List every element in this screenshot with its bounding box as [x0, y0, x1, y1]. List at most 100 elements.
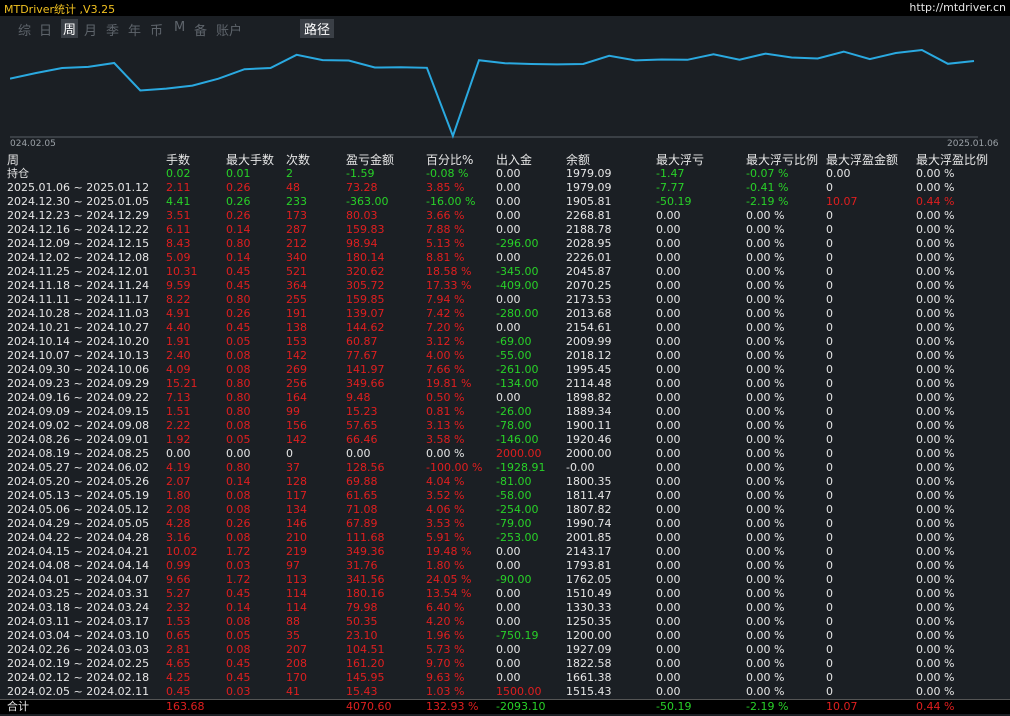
table-row[interactable]: 2024.02.12 ~ 2024.02.18 4.25 0.45 170 145.95…: [0, 671, 1010, 685]
chart-end-date: 2025.01.06: [947, 139, 999, 149]
table-cell: 0: [826, 321, 833, 334]
table-row[interactable]: 2024.10.07 ~ 2024.10.13 2.40 0.08 142 77.67 4…: [0, 349, 1010, 363]
tab-5[interactable]: 年: [128, 20, 141, 39]
table-cell: 0.00: [656, 433, 681, 446]
table-row[interactable]: 2024.12.30 ~ 2025.01.05 4.41 0.26 233 -363.0…: [0, 195, 1010, 209]
table-cell: 0.00: [656, 573, 681, 586]
table-row[interactable]: 2024.11.25 ~ 2024.12.01 10.31 0.45 521 320.6…: [0, 265, 1010, 279]
tab-8[interactable]: 备: [194, 20, 207, 39]
table-row[interactable]: 2024.12.02 ~ 2024.12.08 5.09 0.14 340 180.14…: [0, 251, 1010, 265]
table-row[interactable]: 2024.05.13 ~ 2024.05.19 1.80 0.08 117 61.65 3…: [0, 489, 1010, 503]
table-cell: 0: [826, 307, 833, 320]
table-row[interactable]: 2024.09.02 ~ 2024.09.08 2.22 0.08 156 57.65 3…: [0, 419, 1010, 433]
table-row[interactable]: 2024.03.18 ~ 2024.03.24 2.32 0.14 114 79.98 6…: [0, 601, 1010, 615]
tab-3[interactable]: 月: [84, 20, 97, 39]
table-cell: 1.53: [166, 615, 191, 628]
table-row[interactable]: 2024.02.19 ~ 2024.02.25 4.65 0.45 208 161.20…: [0, 657, 1010, 671]
table-row[interactable]: 2024.12.23 ~ 2024.12.29 3.51 0.26 173 80.03 3…: [0, 209, 1010, 223]
table-row[interactable]: 2024.08.19 ~ 2024.08.25 0.00 0.00 0 0.00 0.00…: [0, 447, 1010, 461]
table-cell: 0.08: [226, 503, 251, 516]
column-header: 手数: [166, 153, 191, 167]
table-cell: -58.00: [496, 489, 532, 502]
table-cell: 5.27: [166, 587, 191, 600]
table-cell: 4.20 %: [426, 615, 465, 628]
tab-1[interactable]: 日: [39, 20, 52, 39]
table-cell: 0.00: [496, 209, 521, 222]
table-cell: 0.00: [496, 181, 521, 194]
table-row[interactable]: 2024.10.21 ~ 2024.10.27 4.40 0.45 138 144.62…: [0, 321, 1010, 335]
table-cell: 9.59: [166, 279, 191, 292]
table-row[interactable]: 2024.05.27 ~ 2024.06.02 4.19 0.80 37 128.56 -…: [0, 461, 1010, 475]
table-cell: 2024.04.15 ~ 2024.04.21: [7, 545, 150, 558]
table-cell: 0: [826, 671, 833, 684]
table-cell: 210: [286, 531, 307, 544]
table-row[interactable]: 持仓 0.02 0.01 2 -1.59 -0.08 % 0.00 1979.09 -1.47 -…: [0, 167, 1010, 181]
tab-6[interactable]: 币: [150, 20, 163, 39]
tab-9[interactable]: 账户: [216, 20, 242, 39]
tab-2[interactable]: 周: [61, 19, 79, 38]
table-row[interactable]: 2024.08.26 ~ 2024.09.01 1.92 0.05 142 66.46 3…: [0, 433, 1010, 447]
table-row[interactable]: 2024.05.20 ~ 2024.05.26 2.07 0.14 128 69.88 4…: [0, 475, 1010, 489]
table-cell: 0.00 %: [916, 531, 955, 544]
table-cell: 170: [286, 671, 307, 684]
table-cell: 0.45: [226, 321, 251, 334]
column-header: 盈亏金额: [346, 153, 395, 167]
table-cell: 2024.02.26 ~ 2024.03.03: [7, 643, 150, 656]
tab-7[interactable]: M: [174, 20, 185, 35]
table-cell: 0.00 %: [916, 223, 955, 236]
table-row[interactable]: 2024.09.09 ~ 2024.09.15 1.51 0.80 99 15.23 0.…: [0, 405, 1010, 419]
tab-0[interactable]: 综: [18, 20, 31, 39]
table-cell: 80.03: [346, 209, 378, 222]
table-cell: 15.21: [166, 377, 198, 390]
table-row[interactable]: 2024.12.16 ~ 2024.12.22 6.11 0.14 287 159.83…: [0, 223, 1010, 237]
table-cell: 73.28: [346, 181, 378, 194]
table-cell: 2018.12: [566, 349, 612, 362]
route-button[interactable]: 路径: [300, 19, 335, 38]
table-row[interactable]: 2024.09.23 ~ 2024.09.29 15.21 0.80 256 349.6…: [0, 377, 1010, 391]
table-row[interactable]: 2024.10.28 ~ 2024.11.03 4.91 0.26 191 139.07…: [0, 307, 1010, 321]
table-cell: 2.11: [166, 181, 191, 194]
table-row[interactable]: 2024.11.11 ~ 2024.11.17 8.22 0.80 255 159.85…: [0, 293, 1010, 307]
table-cell: 0: [826, 265, 833, 278]
table-row[interactable]: 2024.04.15 ~ 2024.04.21 10.02 1.72 219 349.3…: [0, 545, 1010, 559]
table-cell: 3.16: [166, 531, 191, 544]
table-cell: 2114.48: [566, 377, 612, 390]
table-cell: 0.00 %: [746, 531, 785, 544]
table-cell: 0.00 %: [916, 573, 955, 586]
table-row[interactable]: 2024.02.05 ~ 2024.02.11 0.45 0.03 41 15.43 1.…: [0, 685, 1010, 700]
table-row[interactable]: 2024.11.18 ~ 2024.11.24 9.59 0.45 364 305.72…: [0, 279, 1010, 293]
table-cell: 1898.82: [566, 391, 612, 404]
table-row[interactable]: 2024.03.11 ~ 2024.03.17 1.53 0.08 88 50.35 4.…: [0, 615, 1010, 629]
table-row[interactable]: 2024.04.08 ~ 2024.04.14 0.99 0.03 97 31.76 1.…: [0, 559, 1010, 573]
table-row[interactable]: 2024.04.29 ~ 2024.05.05 4.28 0.26 146 67.89 3…: [0, 517, 1010, 531]
total-row[interactable]: 合计 163.68 4070.60 132.93 % -2093.10 -50.19 -2.…: [0, 699, 1010, 714]
table-row[interactable]: 2024.03.25 ~ 2024.03.31 5.27 0.45 114 180.16…: [0, 587, 1010, 601]
table-cell: 8.43: [166, 237, 191, 250]
table-row[interactable]: 2025.01.06 ~ 2025.01.12 2.11 0.26 48 73.28 3.…: [0, 181, 1010, 195]
table-cell: 0.00: [656, 671, 681, 684]
table-cell: 0.00: [656, 531, 681, 544]
table-cell: -16.00 %: [426, 195, 476, 208]
table-row[interactable]: 2024.04.22 ~ 2024.04.28 3.16 0.08 210 111.68…: [0, 531, 1010, 545]
table-cell: 0: [826, 377, 833, 390]
table-cell: 4070.60: [346, 699, 426, 714]
table-cell: 2024.05.06 ~ 2024.05.12: [7, 503, 150, 516]
table-row[interactable]: 2024.05.06 ~ 2024.05.12 2.08 0.08 134 71.08 4…: [0, 503, 1010, 517]
table-cell: 0.00: [656, 321, 681, 334]
table-row[interactable]: 2024.09.16 ~ 2024.09.22 7.13 0.80 164 9.48 0.…: [0, 391, 1010, 405]
table-row[interactable]: 2024.03.04 ~ 2024.03.10 0.65 0.05 35 23.10 1.…: [0, 629, 1010, 643]
table-cell: 0.00 %: [746, 643, 785, 656]
table-cell: 0: [826, 237, 833, 250]
table-cell: 37: [286, 461, 300, 474]
table-row[interactable]: 2024.04.01 ~ 2024.04.07 9.66 1.72 113 341.56…: [0, 573, 1010, 587]
table-cell: 持仓: [7, 167, 29, 180]
table-row[interactable]: 2024.09.30 ~ 2024.10.06 4.09 0.08 269 141.97…: [0, 363, 1010, 377]
table-row[interactable]: 2024.12.09 ~ 2024.12.15 8.43 0.80 212 98.94 5…: [0, 237, 1010, 251]
table-row[interactable]: 2024.02.26 ~ 2024.03.03 2.81 0.08 207 104.51…: [0, 643, 1010, 657]
website-link[interactable]: http://mtdriver.cn: [909, 1, 1006, 14]
table-cell: 0.00 %: [746, 573, 785, 586]
table-cell: 0.08: [226, 419, 251, 432]
table-row[interactable]: 2024.10.14 ~ 2024.10.20 1.91 0.05 153 60.87 3…: [0, 335, 1010, 349]
tab-4[interactable]: 季: [106, 20, 119, 39]
table-cell: 0.00: [656, 601, 681, 614]
